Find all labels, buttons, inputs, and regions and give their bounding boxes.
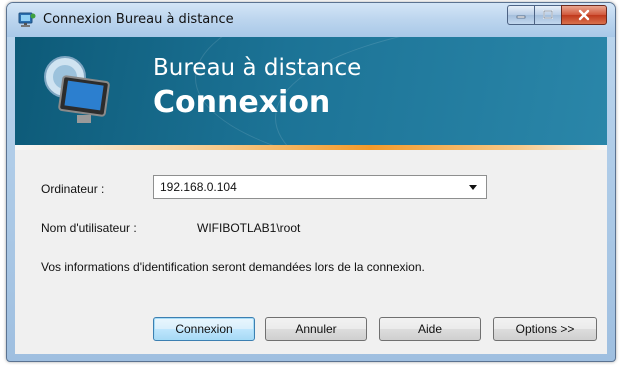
- banner-title-line1: Bureau à distance: [153, 55, 362, 81]
- help-button[interactable]: Aide: [379, 317, 481, 341]
- window-title: Connexion Bureau à distance: [43, 12, 234, 27]
- credentials-info-text: Vos informations d'identification seront…: [41, 260, 425, 274]
- options-button[interactable]: Options >>: [493, 317, 597, 341]
- caption-buttons: [507, 5, 607, 27]
- dialog-content: Ordinateur : 192.168.0.104 Nom d'utilisa…: [15, 150, 607, 354]
- username-label: Nom d'utilisateur :: [41, 221, 137, 235]
- banner: Bureau à distance Connexion: [15, 37, 607, 145]
- maximize-icon: [543, 10, 553, 19]
- close-button[interactable]: [561, 5, 607, 25]
- remote-desktop-window: Connexion Bureau à distance Bureau à dis…: [6, 2, 616, 362]
- username-value: WIFIBOTLAB1\root: [197, 221, 301, 235]
- remote-desktop-computer-icon: [44, 56, 110, 123]
- cancel-button[interactable]: Annuler: [265, 317, 367, 341]
- computer-value[interactable]: 192.168.0.104: [160, 180, 237, 194]
- connect-button[interactable]: Connexion: [153, 317, 255, 341]
- banner-title-line2: Connexion: [153, 85, 331, 120]
- remote-desktop-app-icon: [18, 12, 36, 27]
- maximize-button[interactable]: [534, 5, 561, 25]
- close-icon: [578, 9, 590, 21]
- computer-label: Ordinateur :: [41, 182, 105, 196]
- minimize-button[interactable]: [507, 5, 534, 25]
- chevron-down-icon[interactable]: [468, 184, 478, 191]
- minimize-icon: [516, 15, 526, 19]
- title-bar[interactable]: Connexion Bureau à distance: [7, 3, 615, 37]
- computer-combobox[interactable]: 192.168.0.104: [153, 175, 487, 199]
